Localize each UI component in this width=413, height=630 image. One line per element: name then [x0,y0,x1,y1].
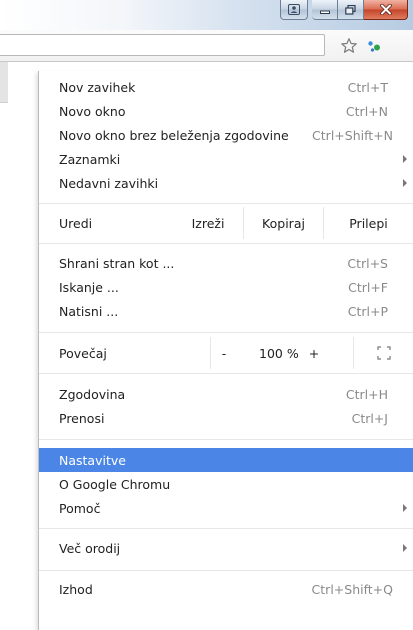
minimize-button[interactable] [312,0,338,20]
user-icon [288,4,300,15]
fullscreen-icon [376,346,391,360]
submenu-arrow-icon [403,504,407,512]
menu-item-shortcut: Ctrl+J [351,410,388,426]
menu-item-shortcut: Ctrl+Shift+Q [311,581,393,597]
title-bar [0,0,413,30]
cut-label: Izreži [191,215,225,231]
menu-item-new-window[interactable]: Novo okno Ctrl+N [39,99,413,123]
menu-item-more-tools[interactable]: Več orodij [39,536,413,560]
chrome-window: Nov zavihek Ctrl+T Novo okno Ctrl+N Novo… [0,0,413,630]
menu-item-label: Iskanje ... [59,279,119,295]
paste-label: Prilepi [349,215,388,231]
menu-separator [39,439,413,440]
menu-item-label: O Google Chromu [59,476,171,492]
menu-item-about-chrome[interactable]: O Google Chromu [39,472,413,496]
close-button[interactable] [364,0,408,20]
menu-item-shortcut: Ctrl+P [347,303,388,319]
window-controls [280,0,408,22]
menu-item-exit[interactable]: Izhod Ctrl+Shift+Q [39,577,413,601]
menu-item-help[interactable]: Pomoč [39,496,413,520]
extension-icon [368,41,380,52]
menu-zoom-row: Povečaj - 100 % + [39,337,413,369]
menu-item-find[interactable]: Iskanje ... Ctrl+F [39,275,413,299]
menu-item-label: Nedavni zavihki [59,175,159,191]
submenu-arrow-icon [403,155,407,163]
close-icon [379,4,392,15]
menu-item-shortcut: Ctrl+H [345,386,388,402]
restore-icon [345,4,356,15]
menu-item-label: Zgodovina [59,386,126,402]
menu-separator [39,570,413,571]
chrome-main-menu: Nov zavihek Ctrl+T Novo okno Ctrl+N Novo… [38,71,413,630]
menu-item-label: Nov zavihek [59,79,136,95]
menu-item-label: Več orodij [59,540,121,556]
zoom-level: 100 % [259,345,299,361]
extension-button[interactable] [362,35,386,57]
menu-separator [39,528,413,529]
menu-item-history[interactable]: Zgodovina Ctrl+H [39,382,413,406]
menu-item-print[interactable]: Natisni ... Ctrl+P [39,299,413,323]
user-profile-button[interactable] [280,0,308,20]
menu-item-label: Natisni ... [59,303,119,319]
zoom-out-label: - [221,345,227,361]
menu-item-label: Pomoč [59,500,101,516]
copy-label: Kopiraj [262,215,305,231]
menu-item-new-incognito-window[interactable]: Novo okno brez beleženja zgodovine Ctrl+… [39,123,413,147]
menu-item-recent-tabs[interactable]: Nedavni zavihki [39,171,413,195]
menu-item-shortcut: Ctrl+S [347,255,388,271]
page-content-edge [0,62,8,103]
fullscreen-button[interactable] [353,337,413,369]
menu-item-label: Shrani stran kot ... [59,255,175,271]
maximize-button[interactable] [338,0,364,20]
menu-item-label: Izhod [59,581,93,597]
browser-toolbar [0,30,413,630]
menu-item-label: Zaznamki [59,151,121,167]
menu-item-label: Novo okno [59,103,126,119]
menu-item-settings[interactable]: Nastavitve [39,448,413,472]
copy-button[interactable]: Kopiraj [243,207,323,239]
zoom-in-label: + [308,345,320,361]
menu-item-label: Novo okno brez beleženja zgodovine [59,127,289,143]
menu-edit-row: Uredi Izreži Kopiraj Prilepi [39,207,413,239]
paste-button[interactable]: Prilepi [323,207,413,239]
bookmark-star-button[interactable] [337,35,361,57]
edit-label: Uredi [59,215,93,231]
menu-item-downloads[interactable]: Prenosi Ctrl+J [39,406,413,430]
menu-item-label: Nastavitve [59,452,126,468]
menu-item-shortcut: Ctrl+N [345,103,388,119]
menu-item-bookmarks[interactable]: Zaznamki [39,147,413,171]
menu-item-shortcut: Ctrl+F [348,279,388,295]
minimize-icon [319,10,330,14]
menu-item-label: Prenosi [59,410,105,426]
menu-item-new-tab[interactable]: Nov zavihek Ctrl+T [39,75,413,99]
cut-button[interactable]: Izreži [173,207,243,239]
menu-separator [39,203,413,204]
menu-item-save-page[interactable]: Shrani stran kot ... Ctrl+S [39,251,413,275]
omnibox[interactable] [0,34,325,56]
zoom-label: Povečaj [59,345,107,361]
zoom-in-button[interactable]: + [301,337,327,369]
menu-separator [39,243,413,244]
menu-separator [39,332,413,333]
menu-item-shortcut: Ctrl+Shift+N [312,127,393,143]
menu-item-shortcut: Ctrl+T [347,79,388,95]
menu-separator [39,373,413,374]
zoom-out-button[interactable]: - [210,337,237,369]
submenu-arrow-icon [403,179,407,187]
submenu-arrow-icon [403,544,407,552]
star-outline-icon [341,38,357,53]
